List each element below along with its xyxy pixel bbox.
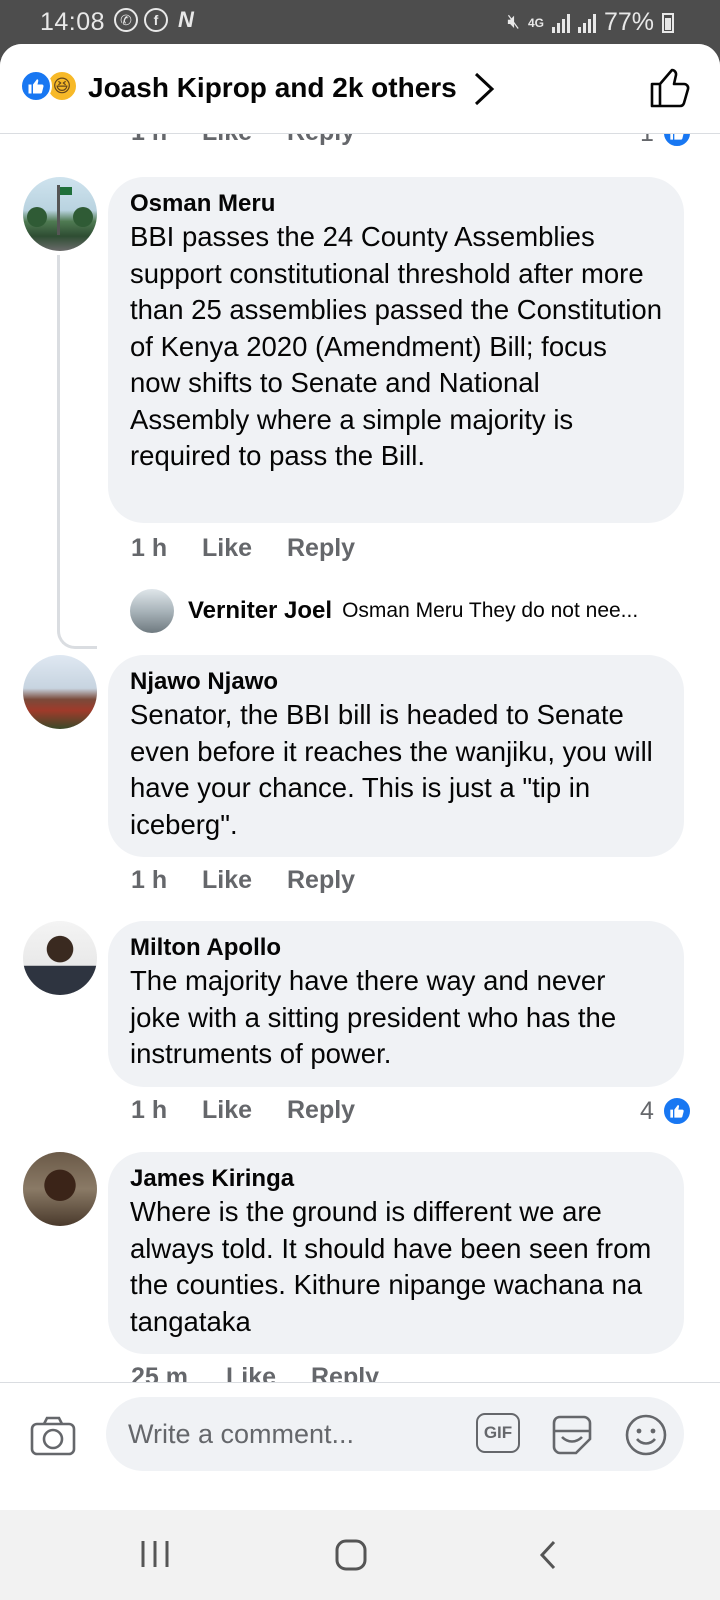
- comment-author[interactable]: Njawo Njawo: [130, 667, 662, 697]
- comment-author[interactable]: James Kiringa: [130, 1164, 662, 1194]
- comment-like-count[interactable]: 4: [640, 1096, 692, 1126]
- comment-author[interactable]: Osman Meru: [130, 189, 662, 219]
- like-outline-icon[interactable]: [648, 66, 692, 110]
- reply-author[interactable]: Verniter Joel: [188, 597, 332, 625]
- comment-time: 1 h: [131, 866, 168, 894]
- reactions-header[interactable]: 😆 Joash Kiprop and 2k others: [0, 44, 720, 134]
- avatar[interactable]: [23, 655, 97, 729]
- comments-sheet: 😆 Joash Kiprop and 2k others 1 h Like Re…: [0, 44, 720, 1510]
- reply-link[interactable]: Reply: [287, 1096, 355, 1125]
- comment-bubble[interactable]: James Kiringa Where is the ground is dif…: [108, 1152, 684, 1354]
- reply-link[interactable]: Reply: [287, 534, 355, 563]
- status-right: 🔇︎ 4G 77%: [507, 8, 674, 37]
- prev-like-count[interactable]: 1: [640, 134, 692, 148]
- avatar[interactable]: [23, 177, 97, 251]
- like-reaction-icon: [661, 134, 692, 148]
- comment-meta: 1 h Like Reply: [0, 1096, 720, 1130]
- gif-icon[interactable]: GIF: [476, 1413, 520, 1457]
- signal-icon: [551, 13, 570, 33]
- facebook-icon: f: [144, 8, 168, 32]
- chevron-right-icon[interactable]: [468, 70, 502, 108]
- signal-icon-2: [577, 13, 596, 33]
- reply-preview[interactable]: Verniter Joel Osman Meru They do not nee…: [130, 588, 638, 634]
- comment-time: 1 h: [131, 1096, 168, 1124]
- like-link[interactable]: Like: [202, 1096, 252, 1125]
- comment-input[interactable]: [106, 1397, 684, 1471]
- like-reaction-icon: [661, 1096, 692, 1126]
- comment-composer: GIF: [0, 1382, 720, 1510]
- avatar[interactable]: [23, 921, 97, 995]
- android-navbar: [0, 1510, 720, 1600]
- like-reaction-icon: [20, 70, 52, 102]
- avatar[interactable]: [130, 589, 174, 633]
- comment-text: Where is the ground is different we are …: [130, 1196, 652, 1337]
- sticker-icon[interactable]: [550, 1413, 594, 1457]
- reply-link[interactable]: Reply: [287, 866, 355, 895]
- avatar[interactable]: [23, 1152, 97, 1226]
- back-icon[interactable]: [536, 1538, 560, 1572]
- comments-list[interactable]: 1 h Like Reply 1 Osman Meru BBI passes t…: [0, 134, 720, 1426]
- reaction-icons: 😆: [20, 70, 78, 102]
- battery-percent: 77%: [603, 8, 654, 36]
- reactors-text[interactable]: Joash Kiprop and 2k others: [88, 72, 457, 104]
- reply-text: Osman Meru They do not nee...: [342, 599, 639, 622]
- status-bar: 14:08 ✆ f N 🔇︎ 4G 77%: [0, 0, 720, 44]
- battery-icon: [662, 12, 674, 33]
- comment-time: 1 h: [131, 134, 167, 147]
- comment-bubble[interactable]: Njawo Njawo Senator, the BBI bill is hea…: [108, 655, 684, 857]
- comment-bubble[interactable]: Milton Apollo The majority have there wa…: [108, 921, 684, 1087]
- prev-comment-meta: 1 h Like Reply: [0, 134, 720, 152]
- thread-line: [57, 255, 97, 649]
- comment-time: 1 h: [131, 534, 168, 562]
- notification-icons: ✆ f N: [114, 8, 198, 32]
- comment-bubble[interactable]: Osman Meru BBI passes the 24 County Asse…: [108, 177, 684, 523]
- comment-author[interactable]: Milton Apollo: [130, 933, 662, 963]
- gif-label: GIF: [476, 1413, 520, 1453]
- comment-meta: 1 h Like Reply: [0, 534, 720, 568]
- emoji-icon[interactable]: [624, 1413, 668, 1457]
- comment-text: BBI passes the 24 County Assemblies supp…: [130, 221, 662, 471]
- comment-text: The majority have there way and never jo…: [130, 965, 617, 1069]
- camera-icon[interactable]: [30, 1415, 76, 1457]
- recent-apps-icon[interactable]: [138, 1538, 172, 1570]
- home-icon[interactable]: [334, 1538, 368, 1572]
- reply-link[interactable]: Reply: [287, 134, 355, 147]
- network-type: 4G: [527, 15, 544, 30]
- like-link[interactable]: Like: [202, 134, 252, 147]
- status-time: 14:08: [40, 8, 106, 36]
- whatsapp-icon: ✆: [114, 8, 138, 32]
- n-app-icon: N: [178, 7, 194, 32]
- mute-icon: 🔇︎: [507, 11, 520, 33]
- like-link[interactable]: Like: [202, 866, 252, 895]
- like-link[interactable]: Like: [202, 534, 252, 563]
- comment-meta: 1 h Like Reply: [0, 866, 720, 900]
- comment-text: Senator, the BBI bill is headed to Senat…: [130, 699, 653, 840]
